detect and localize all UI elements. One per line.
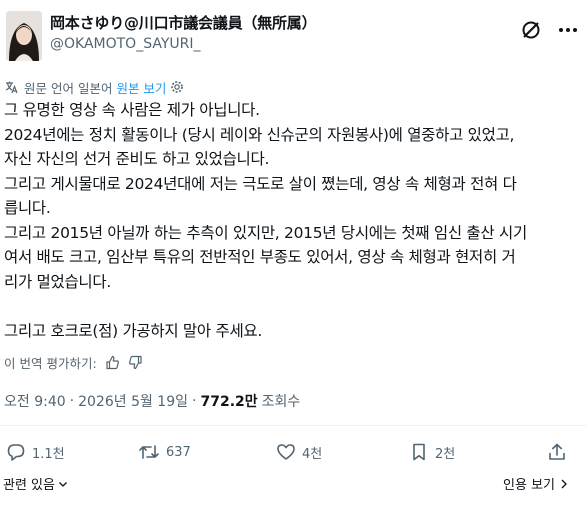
grok-icon[interactable] [521, 20, 541, 40]
bookmark-button[interactable]: 2천 [409, 438, 455, 466]
tweet-header: 岡本さゆり@川口市議会議員（無所属） @OKAMOTO_SAYURI_ [0, 0, 587, 70]
views-label: 조회수 [261, 394, 301, 410]
show-original-link[interactable]: 원본 보기 [116, 78, 166, 97]
translate-icon [4, 80, 18, 94]
settings-gear-icon[interactable] [170, 80, 184, 94]
author-handle[interactable]: @OKAMOTO_SAYURI_ [50, 36, 201, 52]
views-count: 772.2만 [200, 394, 258, 410]
like-button[interactable]: 4천 [276, 438, 322, 466]
repost-icon [138, 442, 166, 462]
repost-button[interactable]: 637 [138, 438, 191, 466]
tweet-text: 그 유명한 영상 속 사람은 제가 아닙니다. 2024년에는 정치 활동이나 … [4, 98, 584, 343]
tweet-footer: 관련 있음 인용 보기 [0, 468, 587, 498]
tweet-line: 그리고 게시물대로 2024년대에 저는 극도로 살이 쪘는데, 영상 속 체형… [4, 174, 517, 193]
tweet-line: 리가 멀었습니다. [4, 272, 111, 291]
tweet-line: 여서 배도 크고, 임산부 특유의 전반적인 부종도 있어서, 영상 속 체형과… [4, 248, 516, 266]
tweet-line: 2024년에는 정치 활동이나 (당시 레이와 신슈군의 자원봉사)에 열중하고… [4, 125, 515, 144]
tweet-time[interactable]: 오전 9:40 [4, 391, 66, 411]
tweet-date[interactable]: 2026년 5월 19일 [78, 391, 188, 411]
tweet-meta: 오전 9:40 · 2026년 5월 19일 · 772.2만 조회수 [4, 390, 300, 412]
tweet-line: 그리고 호크로(점) 가공하지 말아 주세요. [4, 321, 262, 340]
bookmark-icon [409, 442, 435, 462]
thumbs-up-icon[interactable] [105, 355, 120, 370]
tweet-line: 그리고 2015년 아닐까 하는 추측이 있지만, 2015년 당시에는 첫째 … [4, 223, 527, 242]
meta-separator: · [192, 393, 197, 409]
view-quotes-label: 인용 보기 [503, 478, 555, 493]
action-bar: 1.1천 637 4천 2천 [0, 438, 587, 466]
translation-bar: 원문 언어 일본어 원본 보기 [4, 77, 184, 97]
view-quotes-link[interactable]: 인용 보기 [503, 474, 569, 493]
heart-icon [276, 442, 302, 462]
reply-count: 1.1천 [32, 446, 65, 462]
rate-translation: 이 번역 평가하기: [4, 352, 143, 372]
tweet-line-blank [4, 294, 584, 319]
reply-icon [6, 442, 32, 462]
avatar[interactable] [6, 11, 42, 61]
author-name[interactable]: 岡本さゆり@川口市議会議員（無所属） [50, 12, 317, 33]
bookmark-count: 2천 [435, 446, 456, 462]
tweet-line: 릅니다. [4, 199, 51, 217]
share-button[interactable] [547, 438, 573, 466]
chevron-right-icon [559, 478, 569, 490]
reply-button[interactable]: 1.1천 [6, 438, 65, 466]
like-count: 4천 [302, 446, 323, 462]
avatar-photo-icon [6, 11, 42, 61]
meta-separator: · [69, 393, 75, 409]
share-icon [547, 442, 573, 462]
thumbs-down-icon[interactable] [128, 355, 143, 370]
repost-count: 637 [166, 444, 191, 460]
rate-translation-label: 이 번역 평가하기: [4, 355, 97, 371]
divider [0, 425, 587, 426]
tweet-line: 그 유명한 영상 속 사람은 제가 아닙니다. [4, 101, 260, 119]
translation-label: 원문 언어 일본어 [24, 80, 113, 96]
related-dropdown[interactable]: 관련 있음 [3, 474, 69, 493]
tweet-line: 자신 자신의 선거 준비도 하고 있었습니다. [4, 150, 270, 168]
chevron-down-icon [57, 478, 69, 490]
related-label: 관련 있음 [3, 478, 55, 493]
more-options-icon[interactable] [556, 18, 580, 42]
